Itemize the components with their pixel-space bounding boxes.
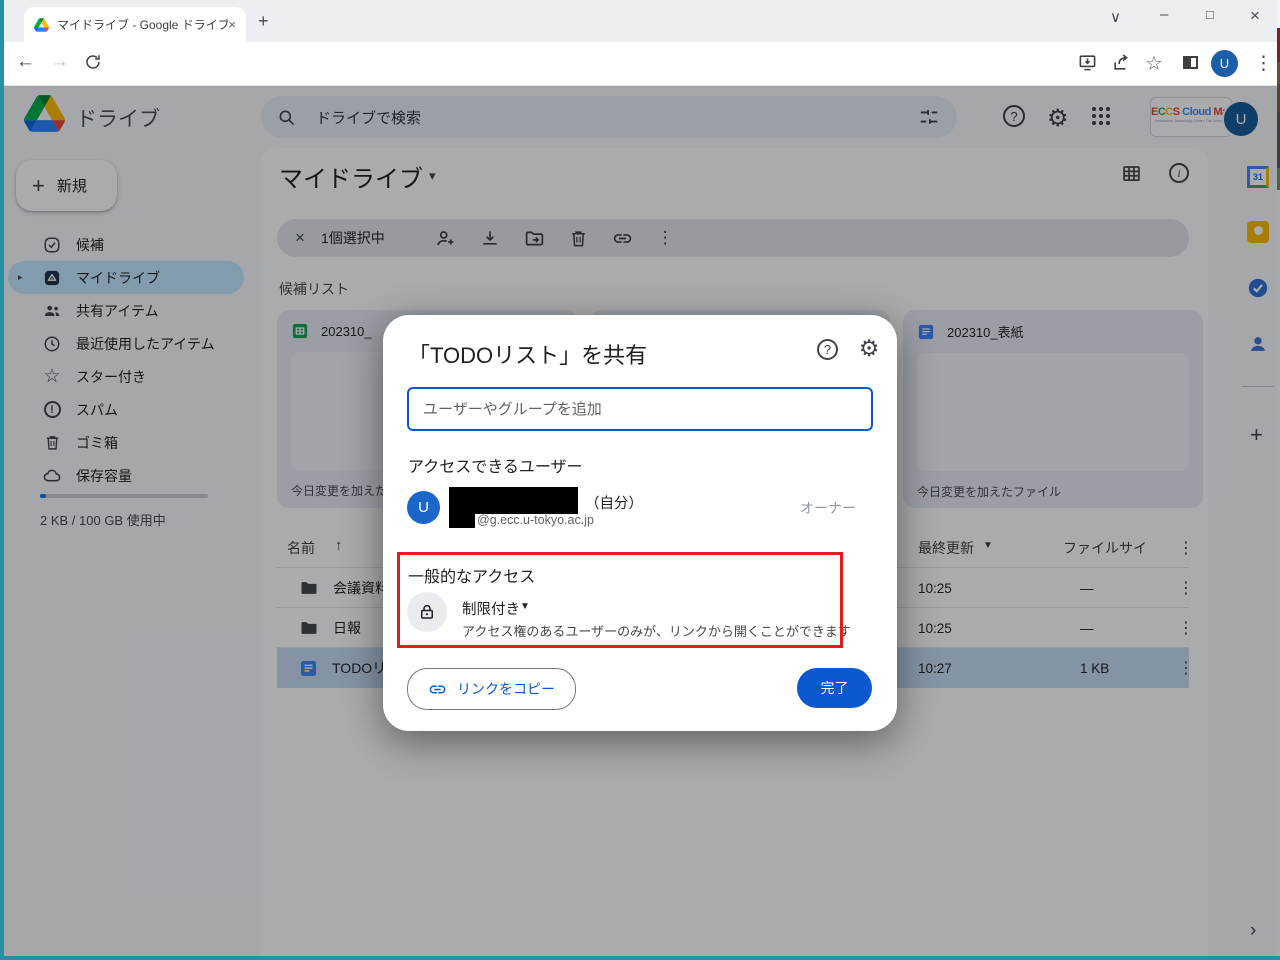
owner-email-domain: @g.ecc.u-tokyo.ac.jp bbox=[477, 513, 594, 527]
tab-title: マイドライブ - Google ドライブ bbox=[57, 16, 228, 33]
frame-edge-left bbox=[0, 0, 4, 960]
window-maximize-icon[interactable]: □ bbox=[1206, 7, 1214, 22]
tab-close-icon[interactable]: × bbox=[228, 17, 236, 32]
dialog-help-icon[interactable]: ? bbox=[817, 339, 838, 360]
redacted-name bbox=[449, 487, 578, 514]
frame-edge-bottom bbox=[0, 956, 1280, 960]
owner-row[interactable]: U （自分） @g.ecc.u-tokyo.ac.jp オーナー bbox=[407, 487, 873, 535]
dialog-settings-icon[interactable]: ⚙ bbox=[857, 336, 881, 360]
install-icon[interactable] bbox=[1078, 53, 1097, 72]
owner-role-label: オーナー bbox=[800, 498, 856, 518]
highlight-rectangle bbox=[397, 552, 843, 648]
screen: マイドライブ - Google ドライブ × + ∨ – □ × ← → dri… bbox=[0, 0, 1280, 960]
tab-search-icon[interactable]: ∨ bbox=[1110, 8, 1121, 26]
window-close-icon[interactable]: × bbox=[1250, 6, 1260, 26]
share-dialog: 「TODOリスト」を共有 ? ⚙ アクセスできるユーザー U （自分） @g.e… bbox=[383, 315, 897, 731]
browser-tab[interactable]: マイドライブ - Google ドライブ × bbox=[24, 7, 246, 42]
forward-icon: → bbox=[50, 51, 69, 73]
drive-favicon bbox=[34, 18, 49, 32]
add-people-input[interactable] bbox=[407, 387, 873, 431]
browser-toolbar: ← → drive.google.com/drive/my-drive ☆ U … bbox=[0, 42, 1280, 86]
browser-avatar[interactable]: U bbox=[1211, 50, 1238, 77]
owner-self-label: （自分） bbox=[585, 492, 643, 513]
link-icon bbox=[428, 680, 447, 699]
people-with-access-heading: アクセスできるユーザー bbox=[408, 453, 583, 477]
bookmark-star-icon[interactable]: ☆ bbox=[1145, 51, 1163, 76]
copy-link-button[interactable]: リンクをコピー bbox=[407, 668, 576, 710]
done-button[interactable]: 完了 bbox=[797, 668, 872, 708]
window-minimize-icon[interactable]: – bbox=[1160, 6, 1168, 23]
new-tab-button[interactable]: + bbox=[258, 11, 269, 32]
tab-strip: マイドライブ - Google ドライブ × + ∨ – □ × bbox=[0, 0, 1280, 42]
split-screen-icon[interactable] bbox=[1183, 56, 1198, 69]
browser-menu-icon[interactable]: ⋮ bbox=[1254, 52, 1273, 75]
dialog-title: 「TODOリスト」を共有 bbox=[408, 338, 647, 370]
back-icon[interactable]: ← bbox=[16, 51, 35, 73]
owner-avatar: U bbox=[407, 491, 440, 524]
share-icon[interactable] bbox=[1112, 53, 1131, 72]
reload-icon[interactable] bbox=[84, 53, 102, 71]
redacted-email-user bbox=[449, 514, 475, 528]
